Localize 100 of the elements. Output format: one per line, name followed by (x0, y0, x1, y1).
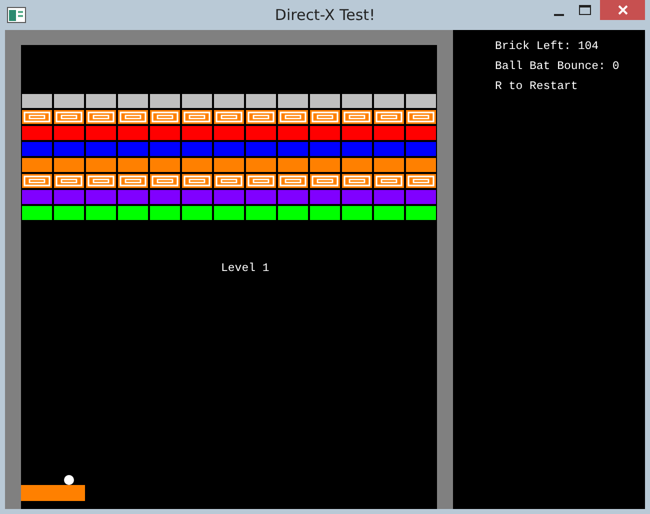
info-text: Ball Bat Bounce: 0 (495, 59, 620, 75)
brick (182, 190, 212, 204)
brick (22, 158, 52, 172)
brick (278, 190, 308, 204)
brick (374, 174, 404, 188)
brick (342, 126, 372, 140)
brick (310, 206, 340, 220)
brick (342, 142, 372, 156)
brick (246, 110, 276, 124)
brick (310, 158, 340, 172)
brick (182, 126, 212, 140)
brick (310, 190, 340, 204)
brick (182, 158, 212, 172)
brick (374, 126, 404, 140)
brick (22, 190, 52, 204)
brick (406, 94, 436, 108)
brick (278, 158, 308, 172)
brick (246, 126, 276, 140)
brick (278, 142, 308, 156)
brick (118, 206, 148, 220)
brick (54, 142, 84, 156)
brick (182, 94, 212, 108)
brick (22, 206, 52, 220)
brick (86, 126, 116, 140)
brick (406, 174, 436, 188)
ball (64, 475, 74, 485)
brick (406, 190, 436, 204)
brick (278, 174, 308, 188)
brick (374, 206, 404, 220)
brick (342, 110, 372, 124)
brick (374, 110, 404, 124)
brick (86, 206, 116, 220)
brick (246, 142, 276, 156)
brick (310, 142, 340, 156)
app-icon (7, 7, 26, 23)
brick (182, 174, 212, 188)
brick (150, 206, 180, 220)
brick (246, 94, 276, 108)
brick (214, 190, 244, 204)
brick (150, 190, 180, 204)
brick (86, 142, 116, 156)
brick (118, 126, 148, 140)
info-text: Brick Left: 104 (495, 39, 600, 55)
brick (374, 94, 404, 108)
brick (374, 190, 404, 204)
brick (374, 142, 404, 156)
brick (310, 110, 340, 124)
brick (214, 126, 244, 140)
brick (310, 94, 340, 108)
brick (342, 190, 372, 204)
brick (150, 94, 180, 108)
brick (118, 94, 148, 108)
brick (214, 174, 244, 188)
brick (22, 110, 52, 124)
brick (214, 158, 244, 172)
brick (54, 126, 84, 140)
brick (54, 174, 84, 188)
brick (342, 174, 372, 188)
brick (150, 142, 180, 156)
brick (118, 174, 148, 188)
maximize-icon (579, 5, 591, 15)
brick (54, 206, 84, 220)
level-label: Level 1 (221, 261, 270, 277)
brick (406, 110, 436, 124)
paddle (21, 485, 85, 501)
brick (118, 142, 148, 156)
brick (342, 158, 372, 172)
minimize-icon (554, 14, 564, 16)
brick (278, 126, 308, 140)
brick (118, 158, 148, 172)
brick (86, 174, 116, 188)
brick (406, 158, 436, 172)
brick (86, 110, 116, 124)
brick (22, 94, 52, 108)
brick (342, 206, 372, 220)
brick (246, 206, 276, 220)
brick (374, 158, 404, 172)
brick (86, 190, 116, 204)
brick (22, 142, 52, 156)
brick (278, 110, 308, 124)
window-title: Direct-X Test! (274, 5, 376, 26)
close-icon (618, 5, 628, 15)
brick (86, 94, 116, 108)
brick (342, 94, 372, 108)
brick (182, 206, 212, 220)
brick (150, 110, 180, 124)
brick (54, 94, 84, 108)
brick (54, 158, 84, 172)
brick (214, 142, 244, 156)
info-text: R to Restart (495, 79, 579, 95)
brick (406, 206, 436, 220)
close-button[interactable] (600, 0, 645, 20)
brick (278, 206, 308, 220)
brick (150, 126, 180, 140)
brick (310, 174, 340, 188)
brick (118, 110, 148, 124)
brick (150, 174, 180, 188)
brick (214, 94, 244, 108)
brick (406, 142, 436, 156)
brick (54, 190, 84, 204)
